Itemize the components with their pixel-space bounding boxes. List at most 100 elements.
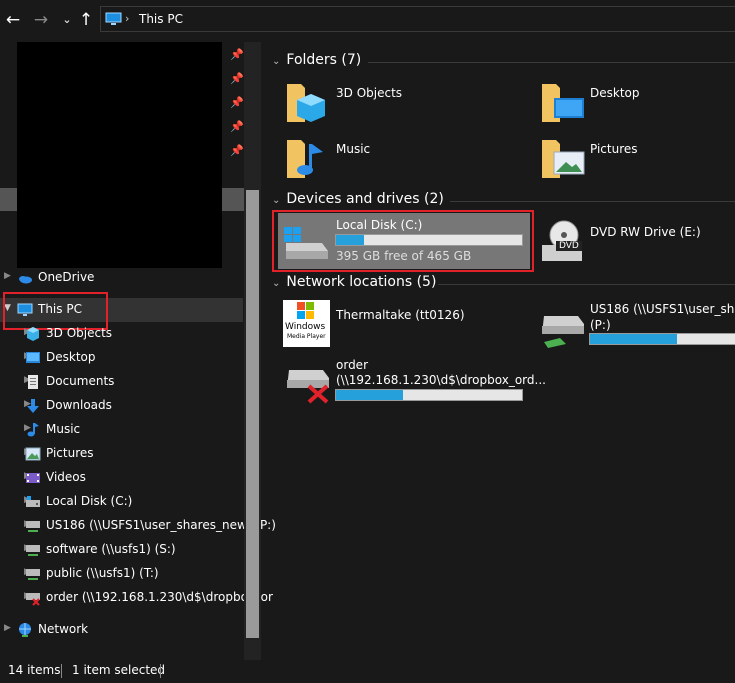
group-header-network[interactable]: ⌄ Network locations (5) (272, 274, 436, 290)
windows-flag-icon (297, 302, 314, 319)
pictures-icon (25, 447, 41, 461)
sidebar-item-desktop[interactable]: ▶ Desktop (0, 346, 243, 370)
folder-tile-3d-objects[interactable]: 3D Objects (285, 78, 525, 126)
folder-tile-pictures[interactable]: Pictures (540, 134, 735, 182)
music-folder-icon (287, 140, 323, 178)
address-bar[interactable]: › This PC (100, 6, 735, 32)
sidebar-item-label: order (\\192.168.1.230\d$\dropbox_or (46, 590, 273, 604)
highlight-box (272, 210, 534, 272)
folder-tile-music[interactable]: Music (285, 134, 525, 182)
documents-icon (28, 375, 38, 389)
dvd-badge: DVD (556, 241, 582, 251)
status-selection-count: 1 item selected (72, 663, 166, 677)
network-tile-us186[interactable]: US186 (\\USFS1\user_shares (P:) (538, 300, 735, 350)
disconnected-drive-icon (287, 370, 329, 404)
sidebar-item-videos[interactable]: ▶ Videos (0, 466, 243, 490)
address-toolbar: ← → ⌄ ↑ › This PC (0, 0, 735, 38)
group-header-label: Folders (7) (286, 52, 362, 68)
pin-icon: 📌 (230, 144, 244, 157)
status-item-count: 14 items (8, 663, 61, 677)
pin-icon: 📌 (230, 120, 244, 133)
sidebar-item-documents[interactable]: ▶ Documents (0, 370, 243, 394)
drive-tile-dvd[interactable]: DVD DVD RW Drive (E:) (540, 213, 735, 269)
sidebar-item-3d-objects[interactable]: ▶ 3D Objects (0, 322, 243, 346)
nav-scrollbar-thumb[interactable] (246, 190, 259, 638)
pin-icon: 📌 (230, 48, 244, 61)
sidebar-item-label: Documents (46, 374, 115, 388)
chevron-down-icon: ⌄ (272, 278, 281, 289)
network-location-label: Thermaltake (tt0126) (336, 308, 465, 322)
logo-text: Media Player (287, 333, 326, 340)
sidebar-item-label: Desktop (46, 350, 96, 364)
videos-icon (26, 473, 40, 483)
group-header-folders[interactable]: ⌄ Folders (7) (272, 52, 361, 68)
3d-objects-icon (287, 84, 325, 122)
network-location-label: order (336, 358, 368, 372)
logo-text: Windows (285, 322, 326, 332)
sidebar-item-order[interactable]: ▶ order (\\192.168.1.230\d$\dropbox_or (0, 586, 273, 610)
sidebar-item-local-disk[interactable]: ▶ Local Disk (C:) (0, 490, 243, 514)
downloads-icon (27, 399, 39, 413)
folder-label: 3D Objects (336, 86, 403, 100)
group-divider (368, 62, 735, 63)
sidebar-item-label: Network (38, 622, 89, 636)
chevron-right-icon[interactable]: ▶ (4, 623, 11, 633)
sidebar-item-pictures[interactable]: ▶ Pictures (0, 442, 243, 466)
drive-usage-fill (336, 390, 403, 400)
status-divider (160, 664, 161, 678)
windows-media-player-logo: Windows Media Player (283, 300, 330, 347)
group-header-label: Devices and drives (2) (286, 191, 444, 207)
3d-objects-icon (27, 327, 39, 341)
network-tile-order[interactable]: order (\\192.168.1.230\d$\dropbox_ord... (283, 356, 546, 406)
sidebar-item-label: Pictures (46, 446, 94, 460)
music-icon (27, 423, 39, 437)
sidebar-item-downloads[interactable]: ▶ Downloads (0, 394, 243, 418)
group-header-devices[interactable]: ⌄ Devices and drives (2) (272, 191, 444, 207)
sidebar-item-software[interactable]: ▶ software (\\usfs1) (S:) (0, 538, 243, 562)
breadcrumb-this-pc[interactable]: This PC (139, 12, 183, 26)
drive-usage-fill (590, 334, 678, 344)
sidebar-item-label: OneDrive (38, 270, 95, 284)
folder-label: Pictures (590, 142, 638, 156)
sidebar-item-label: Videos (46, 470, 86, 484)
sidebar-item-label: software (\\usfs1) (S:) (46, 542, 176, 556)
local-disk-icon (26, 496, 40, 507)
drive-usage-bar (589, 333, 735, 345)
redacted-quick-access (17, 42, 222, 268)
network-drive-icon (26, 545, 40, 556)
sidebar-item-label: public (\\usfs1) (T:) (46, 566, 159, 580)
sidebar-item-network[interactable]: ▶ Network (0, 618, 243, 642)
pictures-folder-icon (542, 140, 585, 178)
breadcrumb-separator: › (125, 12, 130, 25)
network-location-label: (P:) (590, 318, 611, 332)
desktop-folder-icon (542, 84, 584, 122)
group-divider (438, 284, 735, 285)
network-location-label: US186 (\\USFS1\user_shares (590, 302, 735, 316)
sidebar-item-us186[interactable]: ▶ US186 (\\USFS1\user_shares_new) (P:) (0, 514, 276, 538)
network-drive-icon (26, 569, 40, 580)
pin-icon: 📌 (230, 96, 244, 109)
sidebar-item-music[interactable]: ▶ Music (0, 418, 243, 442)
forward-button[interactable]: → (30, 9, 52, 31)
up-button[interactable]: ↑ (75, 9, 97, 31)
group-header-label: Network locations (5) (286, 274, 437, 290)
network-drive-icon (26, 521, 40, 532)
sidebar-item-onedrive[interactable]: ▶ OneDrive (0, 266, 243, 290)
drive-label: DVD RW Drive (E:) (590, 225, 701, 239)
sidebar-item-public[interactable]: ▶ public (\\usfs1) (T:) (0, 562, 243, 586)
folder-tile-desktop[interactable]: Desktop (540, 78, 735, 126)
sidebar-item-label: 3D Objects (46, 326, 113, 340)
status-bar: 14 items 1 item selected (0, 660, 735, 683)
back-button[interactable]: ← (2, 9, 24, 31)
desktop-folder-icon (26, 352, 40, 363)
group-divider (450, 201, 735, 202)
this-pc-icon (105, 12, 122, 25)
folder-label: Music (336, 142, 371, 156)
chevron-right-icon[interactable]: ▶ (4, 271, 11, 281)
onedrive-icon (19, 276, 32, 284)
network-tile-thermaltake[interactable]: Windows Media Player Thermaltake (tt0126… (283, 300, 528, 348)
network-icon (19, 623, 31, 637)
chevron-down-icon: ⌄ (272, 195, 281, 206)
status-divider (61, 664, 62, 678)
folder-label: Desktop (590, 86, 640, 100)
